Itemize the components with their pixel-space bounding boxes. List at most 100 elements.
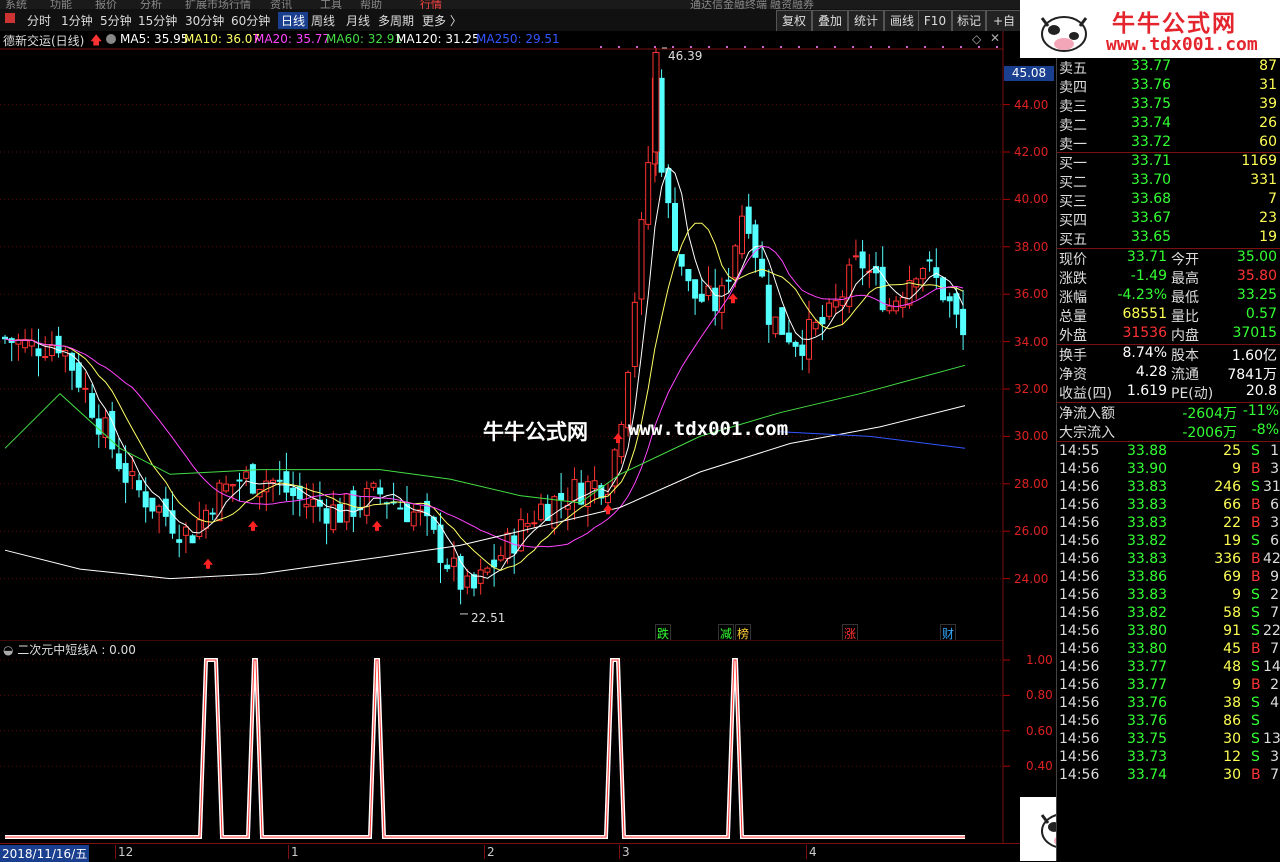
menu-item[interactable]: 资讯 [270,0,292,9]
candle-body [571,479,578,502]
close-icon[interactable]: ✕ [990,31,1000,45]
menu-item[interactable]: 工具 [320,0,342,9]
quote-row: 14:56 33.83 22 B 3 [1057,515,1280,534]
quote-cell: 0.57 [1245,306,1277,322]
candle-body [631,301,638,367]
quote-cell: 33.83 [1127,587,1168,603]
quote-cell: -4.23% [1117,287,1167,303]
period-tab[interactable]: 5分钟 [100,12,132,29]
quote-cell: 9 [1232,461,1241,477]
toolbar-button[interactable]: 叠加 [812,10,848,32]
quote-cell: 33.83 [1127,515,1168,531]
quote-cell: 3 [1270,461,1279,477]
menu-item[interactable]: 分析 [140,0,162,9]
quote-cell: 68551 [1122,306,1167,322]
candle-body [759,258,766,277]
toolbar-button[interactable]: 画线 [884,10,920,32]
period-tab[interactable]: 分时 [27,12,51,29]
quote-cell: 13 [1263,731,1280,747]
period-toolbar: 分时 1分钟 5分钟 15分钟 30分钟 60分钟 日线 周线 月线 多周期 更多 〉 复权 叠加 统计画… [0,9,1022,48]
menu-item[interactable]: 扩展市场行情 [185,0,251,9]
candle-body [196,519,203,537]
candle-body [223,483,230,492]
quote-row: 现价 33.71 今开 35.00 [1057,249,1280,268]
period-tab[interactable]: 1分钟 [61,12,93,29]
quote-cell: 1.619 [1126,383,1167,399]
period-tab[interactable]: 日线 [278,12,309,29]
quote-row: 14:56 33.80 45 B 7 [1057,641,1280,660]
candle-body [243,471,250,479]
quote-cell: 30 [1223,731,1241,747]
candle-body [906,280,913,306]
menu-item[interactable]: 报价 [95,0,117,9]
quote-cell: 买三 [1059,194,1087,210]
period-tab[interactable]: 更多 〉 [422,12,462,29]
quote-row: 净流入额 -2604万 -11% [1057,403,1280,422]
candle-body [497,555,504,561]
date-axis: 2018/11/16/五 12 1 2 3 4 [0,843,1020,862]
candle-body [176,539,183,543]
quote-row: 14:56 33.83 9 S 2 [1057,587,1280,606]
candle-body [531,522,538,525]
menu-item[interactable]: 融资融券 [770,0,814,9]
dropdown-circle-icon[interactable] [106,34,116,44]
quote-cell: 最低 [1171,290,1199,306]
quote-row: 外盘 31536 内盘 37015 [1057,325,1280,344]
period-tab[interactable]: 15分钟 [138,12,177,29]
quote-cell: 9 [1270,569,1279,585]
toolbar-button[interactable]: +自选 [986,10,1022,48]
candle-body [558,492,565,501]
menu-item[interactable]: 帮助 [360,0,382,9]
menu-item[interactable]: 通达信金融终端 [690,0,767,9]
candle-body [933,267,940,278]
menu-item[interactable]: 功能 [50,0,72,9]
candle-body [739,215,745,255]
candle-body [303,503,310,508]
quote-cell: 流通 [1171,367,1199,383]
quote-cell: 净流入额 [1059,406,1115,422]
period-tab[interactable]: 月线 [346,12,370,29]
period-tab[interactable]: 多周期 [378,12,414,29]
quote-cell: 33.71 [1126,249,1167,265]
quote-cell: 14:56 [1059,461,1100,477]
quote-cell: 今开 [1171,252,1199,268]
period-tab[interactable]: 60分钟 [231,12,270,29]
candle-body [839,296,846,306]
candle-body [95,418,102,435]
menu-item[interactable]: 行情 [420,0,442,9]
quote-cell: 4 [1270,695,1279,711]
candle-body [946,296,953,302]
toolbar-button[interactable]: 复权 [776,10,812,32]
quote-cell: 14:56 [1059,515,1100,531]
candle-body [22,339,29,349]
candle-body [370,482,377,488]
toolbar-button[interactable]: 标记 [952,10,986,32]
kline-chart[interactable] [0,31,1056,640]
quote-cell: S [1251,623,1260,639]
quote-cell: 7 [1270,641,1279,657]
period-tab[interactable]: 周线 [311,12,335,29]
candle-body [270,479,276,484]
candle-body [765,284,772,325]
collapse-diamond-icon[interactable]: ◇ [972,32,981,46]
candle-body [832,300,839,308]
quote-cell: 14:56 [1059,587,1100,603]
dropdown-circle-icon[interactable]: ◒ [3,643,17,657]
period-tab[interactable]: 30分钟 [185,12,224,29]
quote-cell: S [1251,695,1260,711]
quote-row: 14:56 33.83 336 B 42 [1057,551,1280,570]
candle-body [658,77,665,173]
quote-row: 卖三 33.75 39 [1057,96,1280,115]
toolbar-button[interactable]: F10 [918,10,952,32]
menu-item[interactable]: 系统 [5,0,27,9]
candle-body [410,511,417,527]
candle-body [69,352,75,371]
quote-cell: 33.76 [1127,713,1168,729]
indicator-chart[interactable] [0,640,1056,843]
toolbar-button[interactable]: 统计 [848,10,884,32]
quote-cell: 33.75 [1127,731,1168,747]
price-axis-label: 30.00 [1014,429,1049,444]
ma-legend-item: MA250: 29.51 [476,32,560,46]
quote-row: 14:56 33.76 86 S [1057,713,1280,732]
quote-row: 14:56 33.82 58 S 7 [1057,605,1280,624]
